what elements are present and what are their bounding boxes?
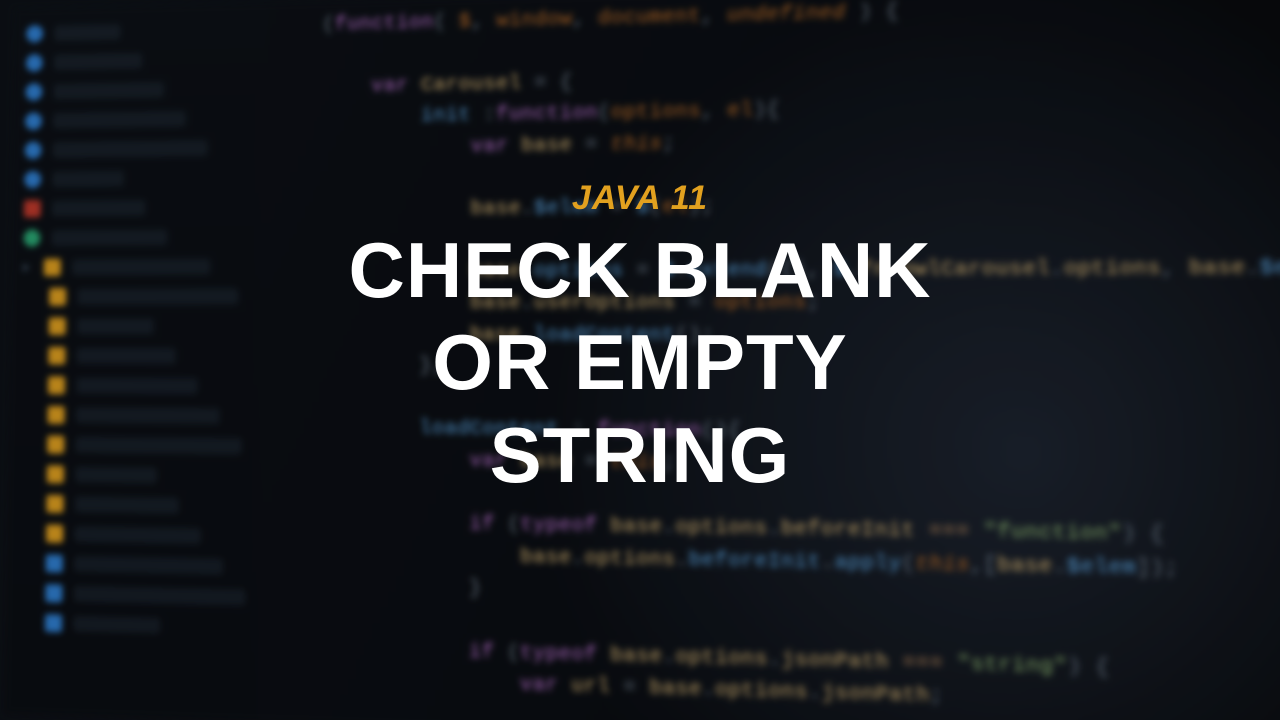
kicker-text: JAVA 11 — [572, 179, 708, 218]
headline-line-2: OR EMPTY — [349, 316, 932, 408]
headline-line-1: CHECK BLANK — [349, 224, 932, 316]
headline-line-3: STRING — [349, 409, 932, 501]
title-overlay: JAVA 11 CHECK BLANK OR EMPTY STRING — [0, 0, 1280, 700]
headline-text: CHECK BLANK OR EMPTY STRING — [349, 224, 932, 500]
